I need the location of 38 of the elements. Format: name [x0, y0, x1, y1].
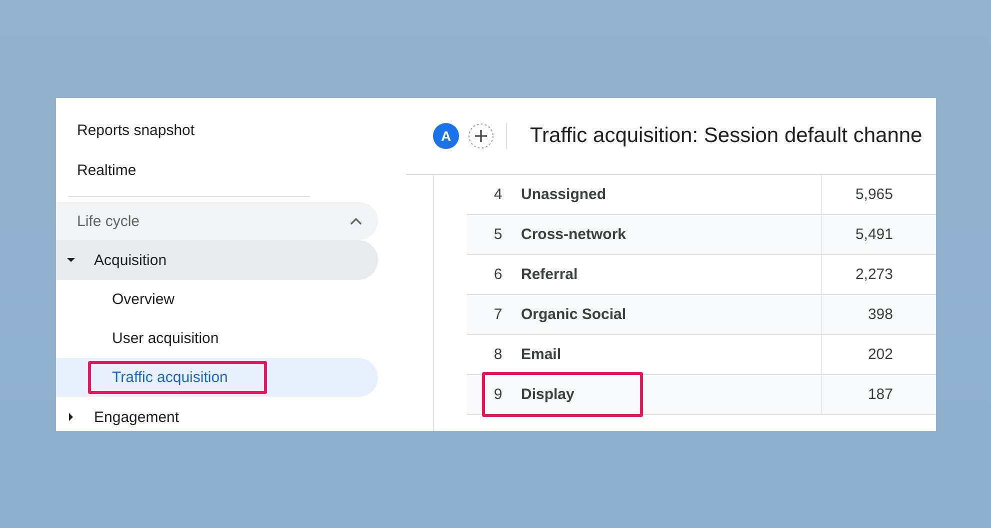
- value-cell-text: 2,273: [854, 266, 894, 283]
- channel-cell: Unassigned: [521, 175, 822, 214]
- value-cell-text: 398: [866, 306, 894, 323]
- rank-cell-text: 7: [492, 306, 504, 323]
- channel-cell: Organic Social: [521, 295, 822, 334]
- nav-subitem-label: User acquisition: [111, 329, 220, 349]
- nav-group[interactable]: Engagement: [56, 397, 378, 431]
- channel-cell: Email: [521, 335, 822, 374]
- nav-subitem-label: Overview: [111, 290, 176, 310]
- value-cell-text: 5,491: [854, 226, 894, 243]
- nav-group-label: Engagement: [94, 408, 180, 426]
- nav-item[interactable]: Realtime: [56, 151, 378, 191]
- rank-cell-text: 9: [492, 386, 504, 403]
- nav-item[interactable]: Reports snapshot: [56, 111, 378, 151]
- channel-cell: Referral: [521, 255, 822, 294]
- nav-group-label: Acquisition: [94, 252, 167, 268]
- channel-cell: Cross-network: [521, 215, 822, 254]
- chevron-icon: [350, 217, 362, 225]
- triangle-icon: [67, 413, 75, 421]
- value-cell-text: 187: [866, 386, 894, 403]
- nav-subitem[interactable]: Traffic acquisition: [56, 358, 378, 397]
- report-title: Traffic acquisition: Session default channe: [530, 124, 922, 148]
- add-icon[interactable]: [468, 123, 494, 149]
- value-cell-text: 5,965: [854, 186, 894, 203]
- section-header[interactable]: Life cycle: [56, 202, 378, 240]
- rank-cell-text: 5: [492, 226, 504, 243]
- rank-cell-text: 4: [492, 186, 504, 203]
- nav-group[interactable]: Acquisition: [56, 240, 378, 280]
- section-label: Life cycle: [77, 212, 141, 230]
- nav-subitem[interactable]: User acquisition: [56, 319, 378, 358]
- nav-subitem-label: Traffic acquisition: [88, 361, 267, 394]
- channel-cell: Display: [521, 375, 822, 414]
- nav-subitem[interactable]: Overview: [56, 280, 378, 319]
- triangle-icon: [67, 256, 75, 264]
- rank-cell-text: 8: [492, 346, 504, 363]
- rank-cell-text: 6: [492, 266, 504, 283]
- value-cell-text: 202: [866, 346, 894, 363]
- avatar[interactable]: A: [433, 123, 459, 149]
